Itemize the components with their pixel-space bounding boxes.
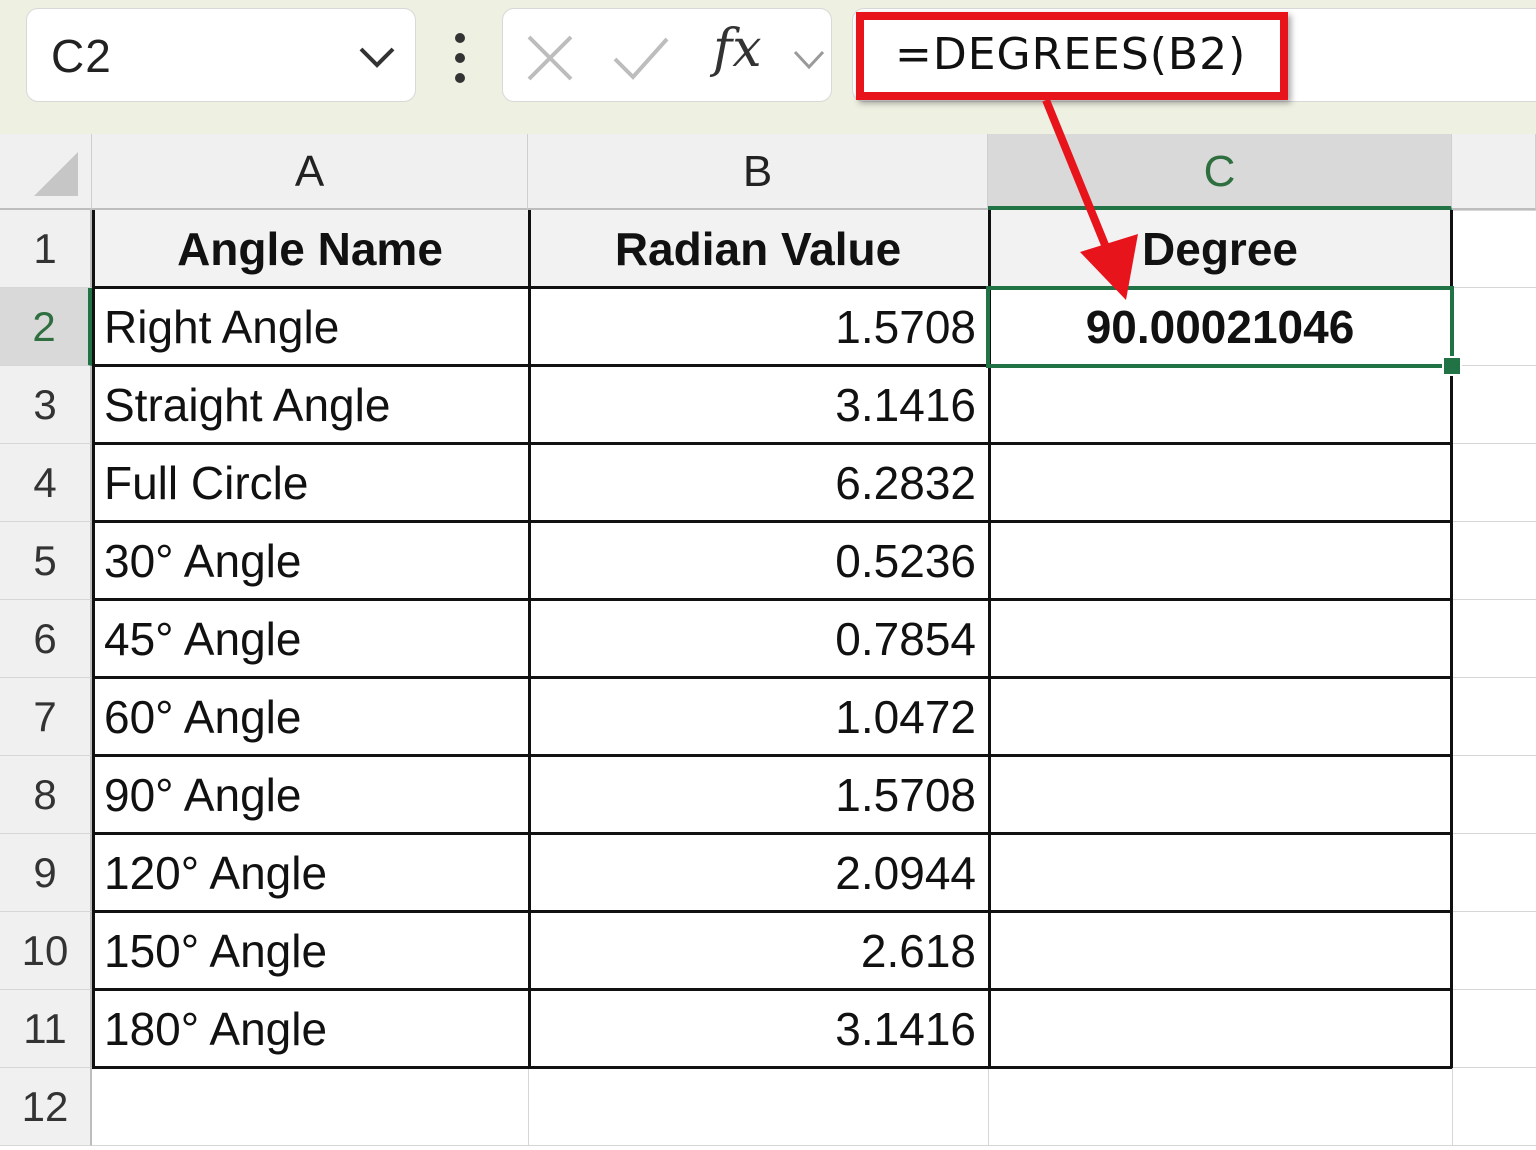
selected-cell-outline xyxy=(986,286,1454,368)
row-header-11[interactable]: 11 xyxy=(0,990,92,1068)
gridline xyxy=(1452,1067,1536,1068)
table-border xyxy=(92,832,1452,835)
gridline xyxy=(988,1068,989,1146)
cell-radian-value[interactable]: 0.5236 xyxy=(528,522,988,600)
cell-degree[interactable] xyxy=(988,756,1452,834)
gridline xyxy=(1452,521,1536,522)
row-header-2[interactable]: 2 xyxy=(0,288,92,366)
fill-handle[interactable] xyxy=(1442,356,1462,376)
gridline xyxy=(92,1145,1536,1146)
more-options-icon[interactable] xyxy=(440,28,480,88)
column-header-b[interactable]: B xyxy=(528,134,988,210)
gridline xyxy=(1452,833,1536,834)
column-header-d[interactable] xyxy=(1452,134,1536,210)
gridline xyxy=(1452,1068,1453,1146)
select-all-triangle-icon xyxy=(34,152,78,196)
cell-degree[interactable] xyxy=(988,522,1452,600)
cell-angle-name[interactable]: 150° Angle xyxy=(92,912,528,990)
row-header-7[interactable]: 7 xyxy=(0,678,92,756)
table-border xyxy=(92,676,1452,679)
gridline xyxy=(1452,443,1536,444)
enter-icon[interactable] xyxy=(611,33,671,83)
row-header-12[interactable]: 12 xyxy=(0,1068,92,1146)
cell-radian-value[interactable]: 1.5708 xyxy=(528,756,988,834)
table-border xyxy=(92,442,1452,445)
gridline xyxy=(1452,755,1536,756)
formula-bar: C2 fx =DEGREES(B2) xyxy=(0,0,1536,134)
formula-highlight-box xyxy=(856,12,1288,100)
table-border xyxy=(528,210,531,1068)
gridline xyxy=(1452,210,1536,211)
table-border xyxy=(92,210,95,1068)
cell-angle-name[interactable]: Straight Angle xyxy=(92,366,528,444)
gridline xyxy=(1452,365,1536,366)
cell-degree[interactable] xyxy=(988,366,1452,444)
cell-degree[interactable] xyxy=(988,600,1452,678)
row-header-10[interactable]: 10 xyxy=(0,912,92,990)
insert-function-button[interactable]: fx xyxy=(713,19,762,79)
formula-edit-controls: fx xyxy=(502,8,832,102)
row-header-9[interactable]: 9 xyxy=(0,834,92,912)
select-all-button[interactable] xyxy=(0,134,92,210)
row-header-4[interactable]: 4 xyxy=(0,444,92,522)
cell-angle-name[interactable]: Right Angle xyxy=(92,288,528,366)
header-angle-name[interactable]: Angle Name xyxy=(92,210,528,288)
cell-radian-value[interactable]: 3.1416 xyxy=(528,366,988,444)
table-border xyxy=(92,754,1452,757)
cell-radian-value[interactable]: 2.0944 xyxy=(528,834,988,912)
cell-angle-name[interactable]: 30° Angle xyxy=(92,522,528,600)
worksheet-grid: A B C 1 2 3 4 5 6 7 8 9 10 11 12 Angle Name Radian V… xyxy=(0,134,1536,1150)
cell-angle-name[interactable]: Full Circle xyxy=(92,444,528,522)
column-header-c[interactable]: C xyxy=(988,134,1452,210)
column-header-a[interactable]: A xyxy=(92,134,528,210)
table-border xyxy=(92,1066,1452,1069)
cell-degree[interactable] xyxy=(988,990,1452,1068)
gridline xyxy=(1452,989,1536,990)
cell-degree[interactable] xyxy=(988,912,1452,990)
name-box-value: C2 xyxy=(51,30,112,82)
table-border xyxy=(92,910,1452,913)
cell-angle-name[interactable]: 45° Angle xyxy=(92,600,528,678)
header-radian-value[interactable]: Radian Value xyxy=(528,210,988,288)
cell-radian-value[interactable]: 0.7854 xyxy=(528,600,988,678)
gridline xyxy=(1452,911,1536,912)
gridline xyxy=(528,1068,529,1146)
table-border xyxy=(92,988,1452,991)
cell-angle-name[interactable]: 180° Angle xyxy=(92,990,528,1068)
row-header-1[interactable]: 1 xyxy=(0,210,92,288)
cell-radian-value[interactable]: 1.0472 xyxy=(528,678,988,756)
cell-radian-value[interactable]: 6.2832 xyxy=(528,444,988,522)
cell-degree[interactable] xyxy=(988,444,1452,522)
gridline xyxy=(1452,599,1536,600)
row-header-5[interactable]: 5 xyxy=(0,522,92,600)
gridline xyxy=(1452,677,1536,678)
row-header-3[interactable]: 3 xyxy=(0,366,92,444)
cell-radian-value[interactable]: 2.618 xyxy=(528,912,988,990)
cell-angle-name[interactable]: 120° Angle xyxy=(92,834,528,912)
name-box[interactable]: C2 xyxy=(26,8,416,102)
table-border xyxy=(92,598,1452,601)
cell-angle-name[interactable]: 60° Angle xyxy=(92,678,528,756)
cell-angle-name[interactable]: 90° Angle xyxy=(92,756,528,834)
row-header-6[interactable]: 6 xyxy=(0,600,92,678)
chevron-down-icon[interactable] xyxy=(357,43,397,73)
cell-radian-value[interactable]: 1.5708 xyxy=(528,288,988,366)
header-degree[interactable]: Degree xyxy=(988,210,1452,288)
cell-degree[interactable] xyxy=(988,678,1452,756)
row-header-8[interactable]: 8 xyxy=(0,756,92,834)
cancel-icon[interactable] xyxy=(525,33,575,83)
table-border xyxy=(92,520,1452,523)
cell-degree[interactable] xyxy=(988,834,1452,912)
gridline xyxy=(1452,287,1536,288)
cell-radian-value[interactable]: 3.1416 xyxy=(528,990,988,1068)
chevron-down-icon[interactable] xyxy=(791,47,827,73)
